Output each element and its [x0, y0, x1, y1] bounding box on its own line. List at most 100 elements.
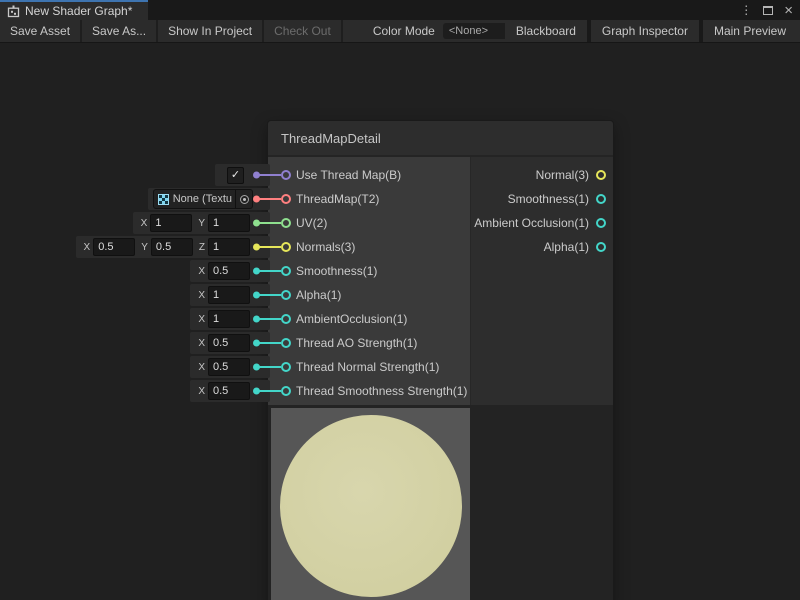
input-row-normals-3: X0.5Y0.5Z1Normals(3) — [268, 235, 470, 259]
toolbar-button-save-as[interactable]: Save As... — [82, 20, 158, 42]
input-port-label: ThreadMap(T2) — [296, 192, 379, 206]
axis-label-x: X — [198, 290, 205, 301]
graph-canvas[interactable]: ThreadMapDetail ✓Use Thread Map(B)None (… — [0, 43, 800, 600]
node-threadmapdetail[interactable]: ThreadMapDetail ✓Use Thread Map(B)None (… — [268, 121, 613, 600]
output-port-icon[interactable] — [596, 218, 606, 228]
output-port-label: Normal(3) — [536, 168, 589, 182]
output-port-icon[interactable] — [596, 242, 606, 252]
preview-sphere — [280, 415, 462, 597]
graph-toolbar: Save AssetSave As...Show In ProjectCheck… — [0, 20, 800, 43]
port-connector-wire — [256, 318, 281, 320]
number-field-x[interactable]: 0.5 — [93, 238, 135, 256]
output-row-alpha-1: Alpha(1) — [471, 235, 613, 259]
axis-label-x: X — [198, 266, 205, 277]
port-connector-wire — [256, 222, 281, 224]
shader-graph-window: New Shader Graph* ⋮ × Save AssetSave As.… — [0, 0, 800, 600]
number-field-x[interactable]: 1 — [208, 286, 250, 304]
node-header[interactable]: ThreadMapDetail — [268, 121, 613, 157]
number-field-x[interactable]: 0.5 — [208, 382, 250, 400]
node-output-section: Normal(3) Smoothness(1) Ambient Occlusion(… — [470, 157, 613, 405]
number-field-y[interactable]: 1 — [208, 214, 250, 232]
input-port-icon[interactable] — [281, 386, 291, 396]
toolbar-button-show-in-project[interactable]: Show In Project — [158, 20, 264, 42]
output-port-icon[interactable] — [596, 170, 606, 180]
color-mode-value: <None> — [449, 25, 488, 37]
input-row-smoothness-1: X0.5Smoothness(1) — [268, 259, 470, 283]
tab-new-shader-graph[interactable]: New Shader Graph* — [0, 0, 148, 20]
window-menu-icon[interactable]: ⋮ — [740, 4, 752, 16]
vector-widget: X0.5Y0.5Z1 — [76, 236, 270, 258]
input-row-use-thread-map-b: ✓Use Thread Map(B) — [268, 163, 470, 187]
number-field-z[interactable]: 1 — [208, 238, 250, 256]
input-port-icon[interactable] — [281, 170, 291, 180]
input-port-label: Thread Normal Strength(1) — [296, 360, 439, 374]
axis-label-x: X — [198, 362, 205, 373]
node-preview-section — [268, 405, 613, 600]
input-port-icon[interactable] — [281, 290, 291, 300]
window-controls: ⋮ × — [740, 0, 800, 20]
vector-widget: X1Y1 — [133, 212, 270, 234]
texture-object-field[interactable]: None (Textu — [153, 189, 253, 209]
axis-label-x: X — [198, 314, 205, 325]
input-row-ambientocclusion-1: X1AmbientOcclusion(1) — [268, 307, 470, 331]
input-port-icon[interactable] — [281, 194, 291, 204]
output-port-icon[interactable] — [596, 194, 606, 204]
maximize-icon[interactable] — [763, 6, 773, 15]
checkbox[interactable]: ✓ — [227, 167, 244, 184]
port-connector-wire — [256, 174, 281, 176]
close-icon[interactable]: × — [784, 3, 793, 18]
input-port-icon[interactable] — [281, 338, 291, 348]
output-port-label: Alpha(1) — [544, 240, 589, 254]
toolbar-button-graph-inspector[interactable]: Graph Inspector — [591, 20, 699, 42]
input-row-thread-ao-strength-1: X0.5Thread AO Strength(1) — [268, 331, 470, 355]
tab-bar: New Shader Graph* ⋮ × — [0, 0, 800, 20]
object-picker-button[interactable] — [235, 190, 252, 208]
number-field-y[interactable]: 0.5 — [151, 238, 193, 256]
number-field-x[interactable]: 1 — [150, 214, 192, 232]
node-title: ThreadMapDetail — [281, 131, 381, 146]
number-field-x[interactable]: 1 — [208, 310, 250, 328]
toolbar-right-group: BlackboardGraph InspectorMain Preview — [505, 20, 797, 42]
output-row-normal-3: Normal(3) — [471, 163, 613, 187]
port-connector-wire — [256, 342, 281, 344]
object-widget: None (Textu — [148, 188, 270, 210]
toolbar-button-blackboard[interactable]: Blackboard — [505, 20, 587, 42]
port-connector-wire — [256, 198, 281, 200]
input-port-label: Thread Smoothness Strength(1) — [296, 384, 467, 398]
input-row-alpha-1: X1Alpha(1) — [268, 283, 470, 307]
color-mode-label: Color Mode — [373, 24, 435, 38]
input-port-icon[interactable] — [281, 218, 291, 228]
axis-label-z: Z — [199, 242, 205, 253]
input-port-label: Thread AO Strength(1) — [296, 336, 417, 350]
input-port-icon[interactable] — [281, 242, 291, 252]
port-connector-wire — [256, 390, 281, 392]
axis-label-x: X — [141, 218, 148, 229]
texture-thumbnail-icon — [158, 194, 169, 205]
input-port-label: Use Thread Map(B) — [296, 168, 401, 182]
input-port-label: AmbientOcclusion(1) — [296, 312, 407, 326]
toolbar-button-save-asset[interactable]: Save Asset — [0, 20, 82, 42]
number-field-x[interactable]: 0.5 — [208, 334, 250, 352]
output-row-ambient-occlusion-1: Ambient Occlusion(1) — [471, 211, 613, 235]
input-row-threadmap-t2: None (TextuThreadMap(T2) — [268, 187, 470, 211]
input-row-thread-normal-strength-1: X0.5Thread Normal Strength(1) — [268, 355, 470, 379]
tab-title: New Shader Graph* — [25, 4, 132, 18]
number-field-x[interactable]: 0.5 — [208, 262, 250, 280]
shader-graph-asset-icon — [7, 5, 20, 18]
toolbar-left-group: Save AssetSave As...Show In ProjectCheck… — [0, 20, 343, 42]
node-input-section: ✓Use Thread Map(B)None (TextuThreadMap(T… — [268, 157, 470, 405]
input-port-icon[interactable] — [281, 362, 291, 372]
port-connector-wire — [256, 270, 281, 272]
port-connector-wire — [256, 366, 281, 368]
input-port-label: UV(2) — [296, 216, 327, 230]
number-field-x[interactable]: 0.5 — [208, 358, 250, 376]
output-port-label: Smoothness(1) — [508, 192, 589, 206]
node-preview-image[interactable] — [271, 408, 470, 600]
target-icon — [240, 195, 249, 204]
axis-label-x: X — [198, 338, 205, 349]
input-port-icon[interactable] — [281, 266, 291, 276]
toolbar-button-main-preview[interactable]: Main Preview — [703, 20, 797, 42]
input-port-label: Smoothness(1) — [296, 264, 377, 278]
port-connector-wire — [256, 246, 281, 248]
input-port-icon[interactable] — [281, 314, 291, 324]
